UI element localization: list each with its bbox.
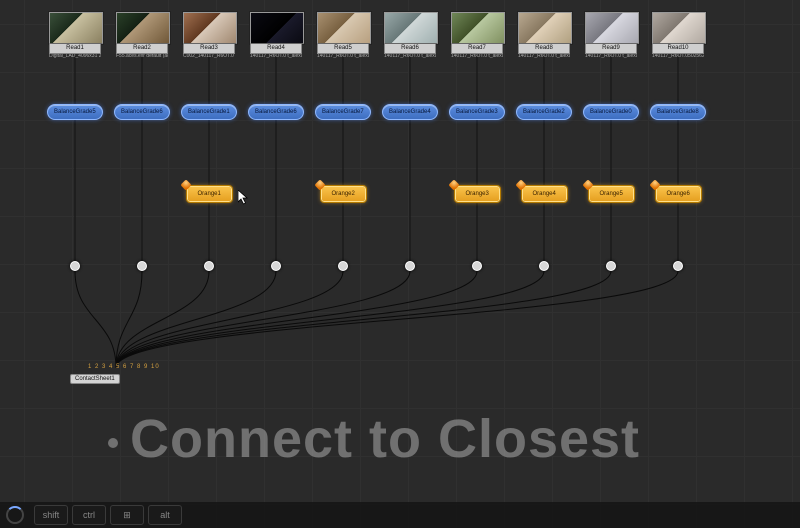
dot-node-6[interactable]: [405, 261, 415, 271]
read-thumbnail: [183, 12, 237, 44]
dot-node-4[interactable]: [271, 261, 281, 271]
balancegrade-node-4[interactable]: BalanceGrade6: [248, 104, 304, 120]
read-label: Read10: [652, 44, 704, 54]
read-node-4[interactable]: Read4140117_R6OT.0 t_alexa_logc-w: [250, 12, 302, 59]
read-filename: 140117_R6OT.0 t_alexa_logc-w: [317, 54, 369, 60]
selected-orange-node-7[interactable]: Orange3: [455, 186, 500, 202]
key-alt[interactable]: alt: [148, 505, 182, 525]
selected-orange-node-10[interactable]: Orange6: [656, 186, 701, 202]
read-node-3[interactable]: Read3C002_140117_R6OT.0 t_alexa_logc-w: [183, 12, 235, 59]
read-thumbnail: [384, 12, 438, 44]
overlay-title: Connect to Closest: [130, 408, 640, 470]
read-thumbnail: [451, 12, 505, 44]
read-thumbnail: [116, 12, 170, 44]
balancegrade-node-5[interactable]: BalanceGrade7: [315, 104, 371, 120]
balancegrade-node-3[interactable]: BalanceGrade1: [181, 104, 237, 120]
contactsheet-port-numbers: 1 2 3 4 5 6 7 8 9 10: [88, 364, 160, 370]
read-node-10[interactable]: Read10140117_R6OT.0502562.exr: [652, 12, 704, 59]
balancegrade-node-6[interactable]: BalanceGrade4: [382, 104, 438, 120]
read-label: Read8: [518, 44, 570, 54]
read-label: Read3: [183, 44, 235, 54]
read-filename: Digital_LAD_4096x31 2.cin (R_adx10): [49, 54, 101, 60]
read-label: Read9: [585, 44, 637, 54]
read-filename: F55.aces.exr default (aces): [116, 54, 168, 60]
balancegrade-node-8[interactable]: BalanceGrade2: [516, 104, 572, 120]
read-filename: 140117_R6OT.0502562.exr: [652, 54, 704, 60]
read-filename: C002_140117_R6OT.0 t_alexa_logc-w: [183, 54, 235, 60]
read-thumbnail: [317, 12, 371, 44]
key-win[interactable]: ⊞: [110, 505, 144, 525]
read-node-7[interactable]: Read7140117_R6OT.0 t_alexa_logc-w: [451, 12, 503, 59]
read-label: Read4: [250, 44, 302, 54]
dot-node-10[interactable]: [673, 261, 683, 271]
balancegrade-node-10[interactable]: BalanceGrade8: [650, 104, 706, 120]
read-node-9[interactable]: Read9140117_R6OT.0 t_alexa_logc-w: [585, 12, 637, 59]
read-filename: 140117_R6OT.0 t_alexa_logc-w: [250, 54, 302, 60]
read-node-6[interactable]: Read6140117_R6OT.0 t_alexa_logc-w: [384, 12, 436, 59]
read-filename: 140117_R6OT.0 t_alexa_logc-w: [585, 54, 637, 60]
dot-node-5[interactable]: [338, 261, 348, 271]
read-node-5[interactable]: Read5140117_R6OT.0 t_alexa_logc-w: [317, 12, 369, 59]
dot-node-9[interactable]: [606, 261, 616, 271]
selected-orange-node-3[interactable]: Orange1: [187, 186, 232, 202]
read-thumbnail: [652, 12, 706, 44]
balancegrade-node-2[interactable]: BalanceGrade6: [114, 104, 170, 120]
balancegrade-node-7[interactable]: BalanceGrade3: [449, 104, 505, 120]
node-graph-canvas[interactable]: Read1Digital_LAD_4096x31 2.cin (R_adx10)…: [0, 0, 800, 528]
dot-node-3[interactable]: [204, 261, 214, 271]
read-thumbnail: [250, 12, 304, 44]
read-filename: 140117_R6OT.0 t_alexa_logc-w: [518, 54, 570, 60]
status-bar: shift ctrl ⊞ alt: [0, 502, 800, 528]
key-ctrl[interactable]: ctrl: [72, 505, 106, 525]
balancegrade-node-9[interactable]: BalanceGrade0: [583, 104, 639, 120]
read-filename: 140117_R6OT.0 t_alexa_logc-w: [384, 54, 436, 60]
read-thumbnail: [518, 12, 572, 44]
read-thumbnail: [49, 12, 103, 44]
dot-node-2[interactable]: [137, 261, 147, 271]
mouse-cursor: [238, 190, 250, 206]
processing-spinner-icon: [6, 506, 24, 524]
selected-orange-node-8[interactable]: Orange4: [522, 186, 567, 202]
key-shift[interactable]: shift: [34, 505, 68, 525]
read-label: Read2: [116, 44, 168, 54]
read-label: Read1: [49, 44, 101, 54]
dot-node-7[interactable]: [472, 261, 482, 271]
dot-node-1[interactable]: [70, 261, 80, 271]
read-node-1[interactable]: Read1Digital_LAD_4096x31 2.cin (R_adx10): [49, 12, 101, 59]
read-thumbnail: [585, 12, 639, 44]
read-label: Read7: [451, 44, 503, 54]
selected-orange-node-9[interactable]: Orange5: [589, 186, 634, 202]
read-filename: 140117_R6OT.0 t_alexa_logc-w: [451, 54, 503, 60]
contactsheet-node[interactable]: ContactSheet1: [70, 374, 120, 384]
overlay-bullet: [108, 438, 118, 448]
read-node-8[interactable]: Read8140117_R6OT.0 t_alexa_logc-w: [518, 12, 570, 59]
dot-node-8[interactable]: [539, 261, 549, 271]
read-label: Read5: [317, 44, 369, 54]
balancegrade-node-1[interactable]: BalanceGrade5: [47, 104, 103, 120]
read-node-2[interactable]: Read2F55.aces.exr default (aces): [116, 12, 168, 59]
read-label: Read6: [384, 44, 436, 54]
selected-orange-node-5[interactable]: Orange2: [321, 186, 366, 202]
